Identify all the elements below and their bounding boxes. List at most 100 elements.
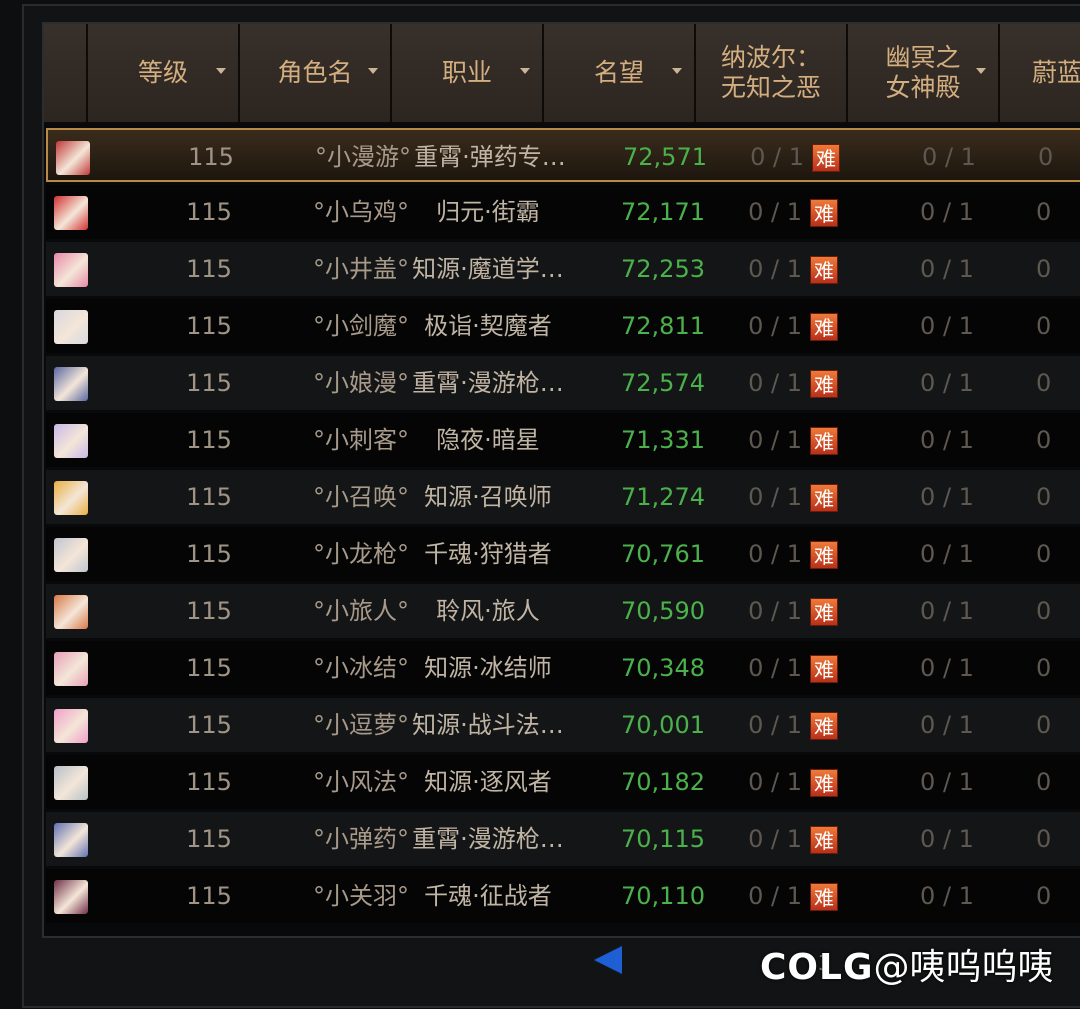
character-avatar-icon <box>54 823 88 857</box>
raid-goddess-progress: 0 / 1 <box>920 768 974 796</box>
watermark: COLG@咦呜呜咦 <box>760 942 1054 994</box>
raid-nabal-progress: 0 / 1 <box>748 312 802 340</box>
job-cell: 千魂·狩猎者 <box>424 540 552 568</box>
raid-nabal-progress: 0 / 1 <box>748 198 802 226</box>
table-row[interactable]: 115 °小龙枪° 千魂·狩猎者 70,761 0 / 10 / 10难 <box>46 527 1080 581</box>
raid-azure-progress: 0 <box>1036 483 1052 511</box>
sort-arrow-icon[interactable] <box>368 68 378 74</box>
difficulty-hard-badge: 难 <box>810 598 838 626</box>
raid-azure-progress: 0 <box>1036 654 1052 682</box>
difficulty-hard-badge: 难 <box>810 370 838 398</box>
character-avatar-icon <box>54 880 88 914</box>
sort-arrow-icon[interactable] <box>520 68 530 74</box>
raid-azure-progress: 0 <box>1036 198 1052 226</box>
table-row[interactable]: 115 °小冰结° 知源·冰结师 70,348 0 / 10 / 10难 <box>46 641 1080 695</box>
raid-azure-progress: 0 <box>1036 369 1052 397</box>
sort-arrow-icon[interactable] <box>672 68 682 74</box>
header-raid-azure[interactable]: 蔚蓝 <box>1000 24 1080 124</box>
raid-goddess-progress: 0 / 1 <box>920 597 974 625</box>
level-cell: 115 <box>186 768 232 796</box>
character-avatar-icon <box>54 310 88 344</box>
raid-nabal-progress: 0 / 1 <box>748 768 802 796</box>
table-row[interactable]: 115 °小召唤° 知源·召唤师 71,274 0 / 10 / 10难 <box>46 470 1080 524</box>
sort-arrow-icon[interactable] <box>216 68 226 74</box>
job-cell: 重霄·漫游枪… <box>412 369 564 397</box>
raid-nabal-progress: 0 / 1 <box>748 597 802 625</box>
raid-azure-progress: 0 <box>1036 711 1052 739</box>
level-cell: 115 <box>186 369 232 397</box>
character-avatar-icon <box>54 595 88 629</box>
raid-goddess-progress: 0 / 1 <box>920 654 974 682</box>
table-row[interactable]: 115 °小井盖° 知源·魔道学… 72,253 0 / 10 / 10难 <box>46 242 1080 296</box>
difficulty-hard-badge: 难 <box>810 256 838 284</box>
watermark-logo: COLG <box>760 947 874 988</box>
raid-azure-progress: 0 <box>1036 597 1052 625</box>
table-row[interactable]: 115 °小娘漫° 重霄·漫游枪… 72,574 0 / 10 / 10难 <box>46 356 1080 410</box>
raid-nabal-progress: 0 / 1 <box>748 255 802 283</box>
sort-arrow-icon[interactable] <box>976 68 986 74</box>
header-job-label: 职业 <box>441 58 492 87</box>
character-avatar-icon <box>54 424 88 458</box>
raid-goddess-progress: 0 / 1 <box>920 882 974 910</box>
raid-goddess-progress: 0 / 1 <box>920 540 974 568</box>
job-cell: 归元·街霸 <box>436 198 540 226</box>
difficulty-hard-badge: 难 <box>810 427 838 455</box>
table-header: 等级 角色名 职业 名望 纳波尔： 无知之恶 幽冥之 女神殿 蔚蓝 <box>44 24 1080 126</box>
table-row[interactable]: 115 °小乌鸡° 归元·街霸 72,171 0 / 10 / 10难 <box>46 185 1080 239</box>
raid-azure-progress: 0 <box>1036 426 1052 454</box>
raid-goddess-progress: 0 / 1 <box>920 711 974 739</box>
table-row[interactable]: 115 °小关羽° 千魂·征战者 70,110 0 / 10 / 10难 <box>46 869 1080 923</box>
level-cell: 115 <box>186 654 232 682</box>
job-cell: 知源·魔道学… <box>412 255 564 283</box>
level-cell: 115 <box>186 597 232 625</box>
table-row[interactable]: 115 °小刺客° 隐夜·暗星 71,331 0 / 10 / 10难 <box>46 413 1080 467</box>
header-raid-nabal[interactable]: 纳波尔： 无知之恶 <box>696 24 848 124</box>
header-job[interactable]: 职业 <box>392 24 544 124</box>
raid-nabal-progress: 0 / 1 <box>748 540 802 568</box>
header-raid-goddess[interactable]: 幽冥之 女神殿 <box>848 24 1000 124</box>
table-row[interactable]: 115 °小漫游° 重霄·弹药专… 72,571 0 / 10 / 10难 <box>46 128 1080 182</box>
raid-azure-progress: 0 <box>1038 143 1054 171</box>
header-level-label: 等级 <box>137 58 188 87</box>
table-row[interactable]: 115 °小逗萝° 知源·战斗法… 70,001 0 / 10 / 10难 <box>46 698 1080 752</box>
raid-nabal-progress: 0 / 1 <box>748 711 802 739</box>
prev-page-icon[interactable] <box>594 946 622 974</box>
header-fame[interactable]: 名望 <box>544 24 696 124</box>
table-row[interactable]: 115 °小旅人° 聆风·旅人 70,590 0 / 10 / 10难 <box>46 584 1080 638</box>
watermark-handle: @咦呜呜咦 <box>873 947 1054 988</box>
difficulty-hard-badge: 难 <box>810 769 838 797</box>
character-avatar-icon <box>54 196 88 230</box>
job-cell: 聆风·旅人 <box>436 597 540 625</box>
level-cell: 115 <box>186 483 232 511</box>
table-row[interactable]: 115 °小剑魔° 极诣·契魔者 72,811 0 / 10 / 10难 <box>46 299 1080 353</box>
table-row[interactable]: 115 °小风法° 知源·逐风者 70,182 0 / 10 / 10难 <box>46 755 1080 809</box>
raid-azure-progress: 0 <box>1036 768 1052 796</box>
raid-azure-progress: 0 <box>1036 540 1052 568</box>
level-cell: 115 <box>186 825 232 853</box>
header-name[interactable]: 角色名 <box>240 24 392 124</box>
raid-nabal-progress: 0 / 1 <box>750 143 804 171</box>
raid-goddess-progress: 0 / 1 <box>920 255 974 283</box>
job-cell: 知源·逐风者 <box>424 768 552 796</box>
raid-azure-progress: 0 <box>1036 312 1052 340</box>
job-cell: 知源·冰结师 <box>424 654 552 682</box>
header-level[interactable]: 等级 <box>88 24 240 124</box>
table-row[interactable]: 115 °小弹药° 重霄·漫游枪… 70,115 0 / 10 / 10难 <box>46 812 1080 866</box>
level-cell: 115 <box>186 540 232 568</box>
header-raid-goddess-label: 幽冥之 女神殿 <box>885 43 961 102</box>
job-cell: 千魂·征战者 <box>424 882 552 910</box>
level-cell: 115 <box>188 143 234 171</box>
raid-goddess-progress: 0 / 1 <box>922 143 976 171</box>
level-cell: 115 <box>186 312 232 340</box>
job-cell: 重霄·漫游枪… <box>412 825 564 853</box>
difficulty-hard-badge: 难 <box>810 541 838 569</box>
raid-goddess-progress: 0 / 1 <box>920 198 974 226</box>
character-table: 等级 角色名 职业 名望 纳波尔： 无知之恶 幽冥之 女神殿 蔚蓝 115 °小漫… <box>42 22 1080 938</box>
character-avatar-icon <box>54 652 88 686</box>
raid-nabal-progress: 0 / 1 <box>748 483 802 511</box>
job-cell: 隐夜·暗星 <box>436 426 540 454</box>
header-fame-label: 名望 <box>593 58 644 87</box>
header-raid-azure-label: 蔚蓝 <box>1032 58 1080 87</box>
raid-azure-progress: 0 <box>1036 255 1052 283</box>
raid-goddess-progress: 0 / 1 <box>920 825 974 853</box>
